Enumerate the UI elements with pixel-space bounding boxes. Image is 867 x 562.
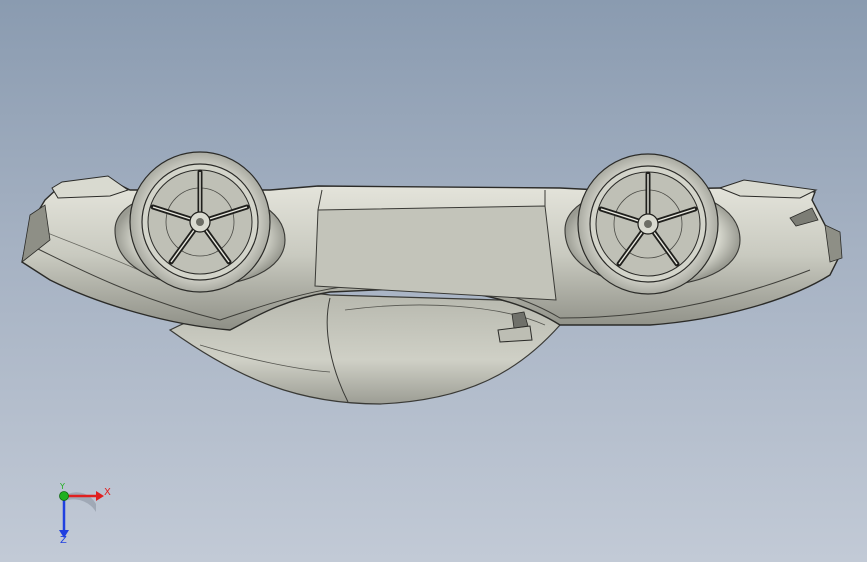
y-axis-label: Y [60, 482, 65, 491]
3d-viewport[interactable]: X Y Z [0, 0, 867, 562]
car-model[interactable] [0, 0, 867, 562]
rear-wheel [129, 151, 271, 293]
front-wheel [577, 153, 719, 295]
axis-triad: X Y Z [40, 478, 120, 550]
z-axis-label: Z [60, 535, 67, 546]
x-axis-label: X [104, 487, 111, 498]
center-panel [314, 205, 557, 301]
y-axis-dot [59, 491, 69, 501]
